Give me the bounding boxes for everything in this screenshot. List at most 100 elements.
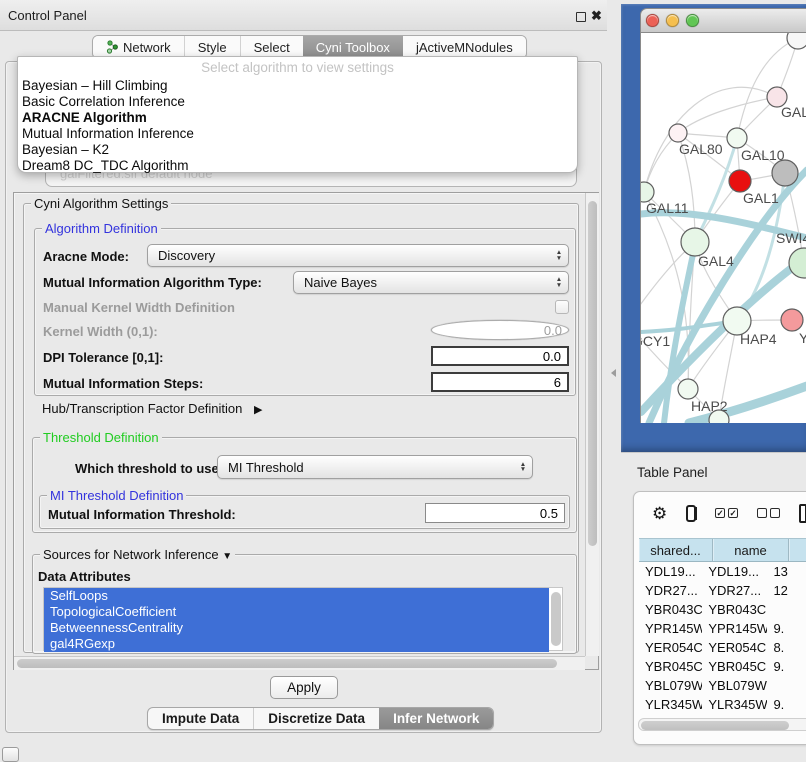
- tab-jactivemnodules[interactable]: jActiveMNodules: [403, 36, 526, 58]
- tab-label: Select: [254, 40, 290, 55]
- table-row[interactable]: YPR145WYPR145W9.: [639, 619, 806, 638]
- splitpane-collapse-icon[interactable]: [611, 369, 616, 377]
- mi-steps-input[interactable]: 6: [431, 372, 569, 392]
- close-icon[interactable]: ✖: [591, 8, 602, 24]
- bottom-tab-infer-network[interactable]: Infer Network: [379, 708, 493, 729]
- algorithm-item[interactable]: Bayesian – K2: [18, 142, 577, 158]
- network-node[interactable]: [772, 160, 798, 186]
- which-threshold-value: MI Threshold: [218, 460, 516, 475]
- network-node[interactable]: [678, 379, 698, 399]
- which-threshold-label: Which threshold to use:: [75, 461, 223, 476]
- mac-close-button[interactable]: [646, 14, 659, 27]
- cyni-settings-group-title: Cyni Algorithm Settings: [31, 196, 171, 211]
- tab-label: Network: [123, 40, 171, 55]
- column-header-1[interactable]: shared...: [639, 539, 713, 561]
- dpi-tolerance-input[interactable]: 0.0: [431, 346, 569, 366]
- mac-minimize-button[interactable]: [666, 14, 679, 27]
- table-cell: YER054C: [702, 638, 767, 657]
- bottom-tab-impute-data[interactable]: Impute Data: [148, 708, 253, 729]
- float-window-icon[interactable]: [576, 12, 586, 22]
- column-header-3[interactable]: A: [789, 539, 806, 561]
- algorithm-item[interactable]: ARACNE Algorithm: [18, 110, 577, 126]
- kernel-width-label: Kernel Width (0,1):: [43, 324, 158, 339]
- network-canvas[interactable]: GALGAL80GAL10GAL1GAL11GAL4SWI4GCY1HAP4YH…: [640, 33, 806, 423]
- attribute-item[interactable]: TopologicalCoefficient: [44, 604, 549, 620]
- table-row[interactable]: YBR045CYBR045C9.: [639, 657, 806, 676]
- algorithm-item[interactable]: Basic Correlation Inference: [18, 94, 577, 110]
- network-node[interactable]: [727, 128, 747, 148]
- tab-select[interactable]: Select: [240, 36, 303, 58]
- aracne-mode-value: Discovery: [148, 248, 552, 263]
- select-all-checks-icon[interactable]: ✓✓: [715, 508, 738, 518]
- algorithm-dropdown-popup: Select algorithm to view settings Bayesi…: [17, 56, 578, 173]
- attribute-item[interactable]: BetweennessCentrality: [44, 620, 549, 636]
- columns-icon[interactable]: [686, 505, 696, 522]
- tab-cyni-toolbox[interactable]: Cyni Toolbox: [303, 36, 403, 58]
- algorithm-prompt: Select algorithm to view settings: [18, 60, 577, 75]
- tab-label: Style: [198, 40, 227, 55]
- node-label: GAL: [781, 104, 806, 120]
- table-cell: YBR045C: [702, 657, 767, 676]
- table-row[interactable]: YDL19...YDL19...13: [639, 562, 806, 581]
- aracne-mode-combobox[interactable]: Discovery ▲▼: [147, 244, 569, 267]
- tab-label: jActiveMNodules: [416, 40, 513, 55]
- algorithm-item[interactable]: Mutual Information Inference: [18, 126, 577, 142]
- algorithm-definition-title: Algorithm Definition: [42, 221, 161, 236]
- network-node[interactable]: [787, 33, 806, 49]
- scrollbar-thumb[interactable]: [17, 659, 557, 668]
- network-node[interactable]: [781, 309, 803, 331]
- table-cell: YDR27...: [702, 581, 767, 600]
- deselect-all-checks-icon[interactable]: [757, 508, 780, 518]
- gear-icon[interactable]: ⚙: [652, 505, 667, 522]
- edge-path: [678, 97, 777, 133]
- network-icon: [106, 40, 118, 54]
- apply-button[interactable]: Apply: [270, 676, 338, 699]
- table-cell: YBR045C: [639, 657, 702, 676]
- table-toolbar: ⚙ ✓✓: [634, 492, 806, 534]
- tab-network[interactable]: Network: [93, 36, 184, 58]
- table-row[interactable]: YLR345WYLR345W9.: [639, 695, 806, 714]
- network-window-titlebar[interactable]: [640, 8, 806, 33]
- column-header-2[interactable]: name: [713, 539, 789, 561]
- mi-threshold-group-title: MI Threshold Definition: [47, 488, 186, 503]
- scrollbar-thumb[interactable]: [588, 201, 597, 546]
- table-cell: YDL19...: [639, 562, 702, 581]
- network-node[interactable]: [681, 228, 709, 256]
- table-row[interactable]: YBR043CYBR043C: [639, 600, 806, 619]
- mi-threshold-input[interactable]: 0.5: [425, 503, 565, 523]
- manual-kernel-label: Manual Kernel Width Definition: [43, 300, 235, 315]
- dpi-tolerance-label: DPI Tolerance [0,1]:: [43, 350, 163, 365]
- network-node[interactable]: [789, 248, 806, 278]
- tab-style[interactable]: Style: [184, 36, 240, 58]
- data-attributes-label: Data Attributes: [38, 569, 131, 584]
- expand-down-icon: ▼: [222, 551, 232, 562]
- scrollbar-thumb[interactable]: [641, 721, 789, 730]
- mac-zoom-button[interactable]: [686, 14, 699, 27]
- table-cell: YLR345W: [639, 695, 702, 714]
- data-attributes-list: SelfLoopsTopologicalCoefficientBetweenne…: [43, 587, 563, 651]
- table-row[interactable]: YDR27...YDR27...12: [639, 581, 806, 600]
- list-scrollbar-thumb[interactable]: [551, 592, 561, 646]
- algorithm-item[interactable]: Dream8 DC_TDC Algorithm: [18, 158, 577, 174]
- attribute-item[interactable]: gal4RGexp: [44, 636, 549, 652]
- sources-group-title[interactable]: Sources for Network Inference ▼: [40, 547, 235, 562]
- network-node[interactable]: [729, 170, 751, 192]
- hub-definition-expander[interactable]: Hub/Transcription Factor Definition ▶: [42, 401, 262, 416]
- table-row[interactable]: YBL079WYBL079W: [639, 676, 806, 695]
- algorithm-item[interactable]: Bayesian – Hill Climbing: [18, 78, 577, 94]
- node-label: GAL11: [646, 200, 689, 216]
- table-row[interactable]: YER054CYER054C8.: [639, 638, 806, 657]
- minimized-panel-icon[interactable]: [2, 747, 19, 762]
- which-threshold-combobox[interactable]: MI Threshold ▲▼: [217, 455, 533, 479]
- table-cell: YBL079W: [702, 676, 767, 695]
- hub-definition-label: Hub/Transcription Factor Definition: [42, 401, 242, 416]
- document-icon[interactable]: [799, 504, 806, 523]
- network-node[interactable]: [669, 124, 687, 142]
- table-cell: YBR043C: [702, 600, 767, 619]
- control-panel-title: Control Panel: [8, 8, 87, 23]
- manual-kernel-checkbox[interactable]: [555, 300, 569, 314]
- bottom-tab-discretize-data[interactable]: Discretize Data: [253, 708, 379, 729]
- kernel-width-input[interactable]: 0.0: [431, 320, 569, 340]
- attribute-item[interactable]: SelfLoops: [44, 588, 549, 604]
- mi-type-combobox[interactable]: Naive Bayes ▲▼: [293, 271, 569, 294]
